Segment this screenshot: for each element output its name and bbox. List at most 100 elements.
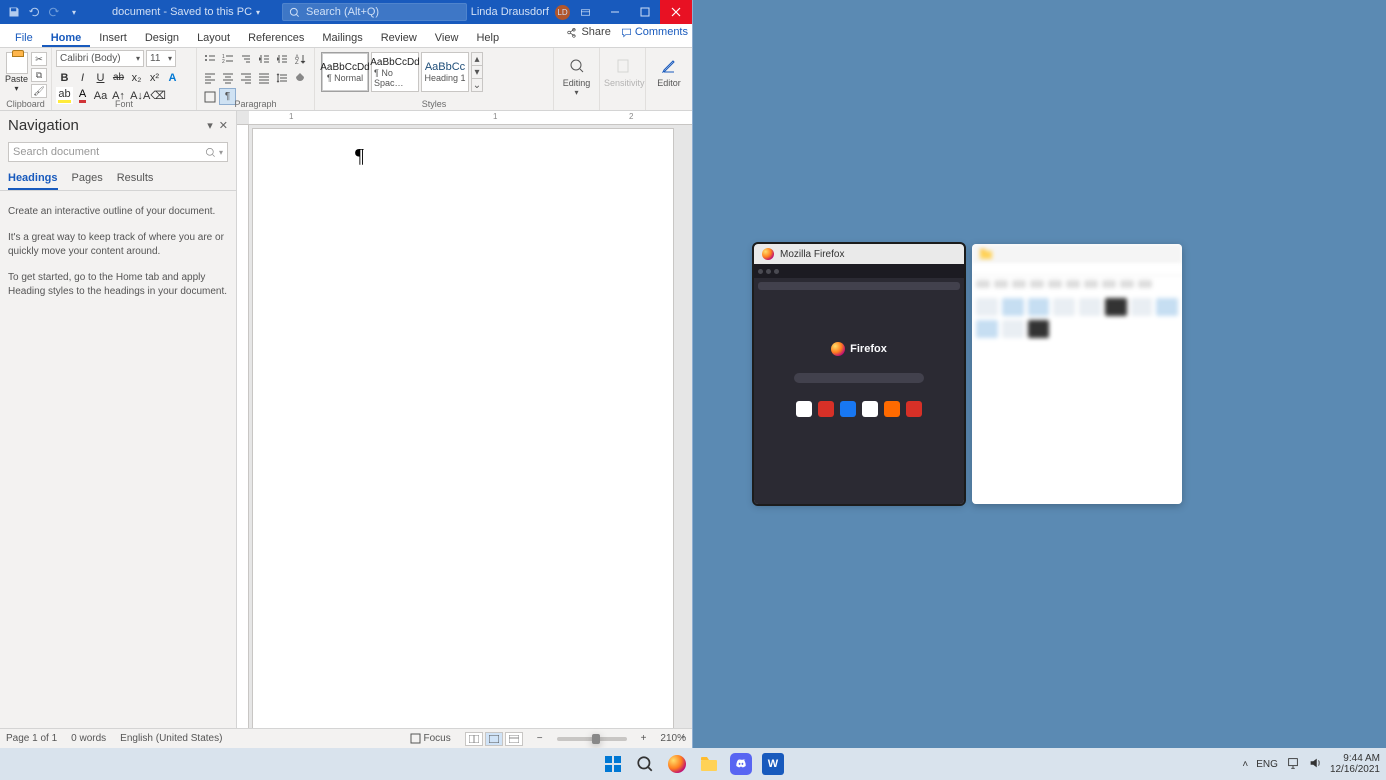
font-size-combo[interactable]: 11▾ xyxy=(146,50,176,67)
firefox-logo-icon xyxy=(831,342,845,356)
tab-mailings[interactable]: Mailings xyxy=(313,28,371,47)
numbering-button[interactable]: 12 xyxy=(219,50,236,67)
editing-button[interactable] xyxy=(563,54,591,78)
cut-button[interactable]: ✂ xyxy=(31,52,47,66)
nav-tab-headings[interactable]: Headings xyxy=(8,172,58,190)
style-heading-1[interactable]: AaBbCcHeading 1 xyxy=(421,52,469,92)
snap-thumb-file-explorer[interactable] xyxy=(972,244,1182,504)
nav-tab-pages[interactable]: Pages xyxy=(72,172,103,190)
group-font: Calibri (Body)▾ 11▾ B I U ab x₂ x² A ab … xyxy=(52,48,197,110)
styles-more-button[interactable]: ⌄ xyxy=(472,79,482,91)
start-button[interactable] xyxy=(602,753,624,775)
group-styles: AaBbCcDd¶ Normal AaBbCcDd¶ No Spac… AaBb… xyxy=(315,48,554,110)
read-mode-button[interactable] xyxy=(465,732,483,746)
italic-button[interactable]: I xyxy=(74,69,91,86)
style-no-spacing[interactable]: AaBbCcDd¶ No Spac… xyxy=(371,52,419,92)
increase-indent-button[interactable] xyxy=(273,50,290,67)
underline-button[interactable]: U xyxy=(92,69,109,86)
taskbar-search-button[interactable] xyxy=(634,753,656,775)
taskbar-word-button[interactable]: W xyxy=(762,753,784,775)
tab-help[interactable]: Help xyxy=(467,28,508,47)
justify-button[interactable] xyxy=(255,69,272,86)
document-page[interactable]: ¶ xyxy=(253,129,673,728)
quick-access-toolbar: ▾ xyxy=(0,4,82,20)
comments-button[interactable]: Comments xyxy=(621,26,688,38)
view-buttons xyxy=(465,732,523,746)
align-left-button[interactable] xyxy=(201,69,218,86)
tray-chevron-icon[interactable]: ˄ xyxy=(1242,759,1248,770)
horizontal-ruler[interactable]: 1 1 2 xyxy=(237,111,692,125)
maximize-button[interactable] xyxy=(630,0,660,24)
zoom-slider[interactable] xyxy=(557,737,627,741)
style-normal[interactable]: AaBbCcDd¶ Normal xyxy=(321,52,369,92)
multilevel-list-button[interactable] xyxy=(237,50,254,67)
nav-tab-results[interactable]: Results xyxy=(117,172,154,190)
group-clipboard: Paste ▾ ✂ ⧉ 🖌 Clipboard xyxy=(0,48,52,110)
align-center-button[interactable] xyxy=(219,69,236,86)
zoom-in-button[interactable]: + xyxy=(641,733,647,744)
align-right-button[interactable] xyxy=(237,69,254,86)
minimize-button[interactable] xyxy=(600,0,630,24)
zoom-out-button[interactable]: − xyxy=(537,733,543,744)
text-effects-button[interactable]: A xyxy=(164,69,181,86)
paste-button[interactable]: Paste ▾ xyxy=(4,50,29,93)
navigation-close-icon[interactable]: ✕ xyxy=(219,119,228,132)
ribbon-display-button[interactable] xyxy=(570,0,600,24)
line-spacing-button[interactable] xyxy=(273,69,290,86)
tab-references[interactable]: References xyxy=(239,28,313,47)
word-window: ▾ document - Saved to this PC▾ Search (A… xyxy=(0,0,693,748)
tab-design[interactable]: Design xyxy=(136,28,188,47)
undo-icon[interactable] xyxy=(26,4,42,20)
status-word-count[interactable]: 0 words xyxy=(71,733,106,744)
tray-network-icon[interactable] xyxy=(1286,756,1300,773)
svg-text:Z: Z xyxy=(295,60,299,65)
taskbar-file-explorer-button[interactable] xyxy=(698,753,720,775)
status-page[interactable]: Page 1 of 1 xyxy=(6,733,57,744)
document-surface[interactable]: 1 1 2 ¶ xyxy=(237,111,692,728)
subscript-button[interactable]: x₂ xyxy=(128,69,145,86)
snap-thumb-firefox[interactable]: Mozilla Firefox Firefox xyxy=(754,244,964,504)
close-button[interactable] xyxy=(660,0,692,24)
bullets-button[interactable] xyxy=(201,50,218,67)
account-user[interactable]: Linda Drausdorf LD xyxy=(471,5,570,20)
decrease-indent-button[interactable] xyxy=(255,50,272,67)
tray-language[interactable]: ENG xyxy=(1256,759,1278,770)
styles-up-button[interactable]: ▴ xyxy=(472,53,482,66)
print-layout-button[interactable] xyxy=(485,732,503,746)
tab-review[interactable]: Review xyxy=(372,28,426,47)
superscript-button[interactable]: x² xyxy=(146,69,163,86)
status-bar: Page 1 of 1 0 words English (United Stat… xyxy=(0,728,692,748)
qat-customize-icon[interactable]: ▾ xyxy=(66,4,82,20)
bold-button[interactable]: B xyxy=(56,69,73,86)
search-box[interactable]: Search (Alt+Q) xyxy=(282,3,467,21)
tab-view[interactable]: View xyxy=(426,28,468,47)
save-icon[interactable] xyxy=(6,4,22,20)
focus-mode-button[interactable]: Focus xyxy=(410,733,451,744)
search-icon xyxy=(289,7,300,18)
tab-insert[interactable]: Insert xyxy=(90,28,136,47)
taskbar-discord-button[interactable] xyxy=(730,753,752,775)
tray-volume-icon[interactable] xyxy=(1308,756,1322,773)
folder-icon xyxy=(980,248,992,260)
editor-button[interactable] xyxy=(655,54,683,78)
vertical-ruler[interactable] xyxy=(237,125,249,728)
styles-down-button[interactable]: ▾ xyxy=(472,66,482,79)
tab-layout[interactable]: Layout xyxy=(188,28,239,47)
tab-file[interactable]: File xyxy=(6,28,42,47)
share-button[interactable]: Share xyxy=(567,26,610,38)
status-language[interactable]: English (United States) xyxy=(120,733,222,744)
strikethrough-button[interactable]: ab xyxy=(110,69,127,86)
web-layout-button[interactable] xyxy=(505,732,523,746)
tab-home[interactable]: Home xyxy=(42,28,91,47)
document-title[interactable]: document - Saved to this PC▾ xyxy=(112,6,260,18)
format-painter-button[interactable]: 🖌 xyxy=(31,84,47,98)
navigation-dropdown-icon[interactable]: ▾ xyxy=(207,119,213,132)
sort-button[interactable]: AZ xyxy=(291,50,308,67)
copy-button[interactable]: ⧉ xyxy=(31,68,47,82)
tray-clock[interactable]: 9:44 AM 12/16/2021 xyxy=(1330,753,1380,775)
shading-button[interactable] xyxy=(291,69,308,86)
redo-icon[interactable] xyxy=(46,4,62,20)
nav-search-input[interactable]: Search document ▾ xyxy=(8,142,228,162)
font-name-combo[interactable]: Calibri (Body)▾ xyxy=(56,50,144,67)
taskbar-firefox-button[interactable] xyxy=(666,753,688,775)
